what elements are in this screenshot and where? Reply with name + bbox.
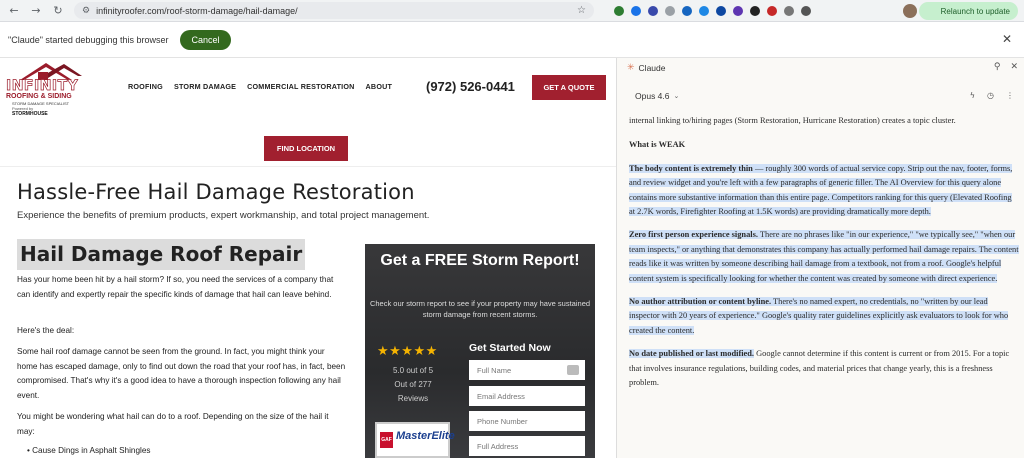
body-paragraph: Here's the deal: xyxy=(17,326,75,335)
chat-paragraph: No date published or last modified. Goog… xyxy=(629,347,1019,390)
weak-heading: What is WEAK xyxy=(629,140,686,150)
claude-panel-header: ✳ Claude ⚲ ✕ xyxy=(617,58,1024,78)
get-quote-button[interactable]: GET A QUOTE xyxy=(532,75,606,100)
field-placeholder: Email Address xyxy=(477,391,525,401)
phone-field[interactable]: Phone Number xyxy=(469,411,585,431)
nav-commercial-restoration[interactable]: COMMERCIAL RESTORATION xyxy=(247,82,354,91)
logo-brand: STORMHOUSE xyxy=(12,111,48,117)
rating-score: 5.0 out of 5 xyxy=(392,366,434,375)
chat-heading: What is WEAK xyxy=(629,138,1019,152)
storm-report-title: Get a FREE Storm Report! xyxy=(380,252,580,269)
autofill-icon[interactable] xyxy=(567,365,579,375)
extension-icon[interactable] xyxy=(716,5,726,16)
profile-avatar[interactable] xyxy=(902,4,917,18)
panel-title: Claude xyxy=(638,63,666,73)
address-field[interactable]: Full Address xyxy=(469,436,585,456)
field-placeholder: Phone Number xyxy=(477,416,528,426)
storm-report-description: Check our storm report to see if your pr… xyxy=(369,299,591,319)
claude-logo-icon: ✳ xyxy=(627,63,635,73)
relaunch-label: Relaunch to update xyxy=(940,6,1010,16)
extension-icon[interactable] xyxy=(631,5,641,16)
body-paragraph: Has your home been hit by a hail storm? … xyxy=(17,275,334,299)
chat-transcript: internal linking to/hiring pages (Storm … xyxy=(629,114,1019,400)
rating-count: Out of 277 xyxy=(394,380,432,389)
form-title: Get Started Now xyxy=(469,342,551,354)
chat-paragraph: Zero first person experience signals. Th… xyxy=(629,228,1019,286)
relaunch-button[interactable]: Relaunch to update xyxy=(902,2,1018,20)
point-title: Zero first person experience signals. xyxy=(629,230,758,240)
chat-paragraph: internal linking to/hiring pages (Storm … xyxy=(629,116,956,125)
model-selector[interactable]: Opus 4.6 ⌄ ϟ ◷ ⋮ xyxy=(617,80,1024,112)
close-panel-icon[interactable]: ✕ xyxy=(1010,62,1018,72)
cancel-debug-button[interactable]: Cancel xyxy=(180,29,231,50)
extension-icon[interactable] xyxy=(699,5,709,16)
logo-tagline: ROOFING & SIDING xyxy=(6,93,72,100)
extension-icon[interactable] xyxy=(682,5,692,16)
point-title: No author attribution or content byline. xyxy=(629,297,772,307)
extension-icon[interactable] xyxy=(648,5,658,16)
gaf-logo-icon: GAF xyxy=(380,432,393,448)
master-elite-text: MasterElite xyxy=(396,430,455,442)
extension-icon[interactable] xyxy=(665,5,675,16)
find-location-button[interactable]: FIND LOCATION xyxy=(264,136,348,161)
address-bar[interactable]: ⚙ infinityroofer.com/roof-storm-damage/h… xyxy=(74,2,594,19)
back-icon[interactable]: ← xyxy=(6,3,22,19)
extension-icon[interactable] xyxy=(750,5,760,16)
nav-storm-damage[interactable]: STORM DAMAGE xyxy=(174,82,236,91)
url-text: infinityroofer.com/roof-storm-damage/hai… xyxy=(96,5,298,16)
lightning-icon[interactable]: ϟ xyxy=(970,91,975,100)
logo-wordmark: INFINITY xyxy=(6,78,79,95)
sidebar-icon[interactable] xyxy=(801,5,811,16)
phone-number[interactable]: (972) 526-0441 xyxy=(426,79,515,94)
chat-paragraph: No author attribution or content byline.… xyxy=(629,295,1019,338)
rating-reviews: Reviews xyxy=(397,394,429,403)
body-paragraph: You might be wondering what hail can do … xyxy=(17,412,329,436)
history-icon[interactable]: ◷ xyxy=(987,91,994,100)
page-title: Hassle-Free Hail Damage Restoration xyxy=(17,180,415,204)
section-heading: Hail Damage Roof Repair xyxy=(17,239,306,270)
rating-text: 5.0 out of 5 Out of 277 Reviews xyxy=(377,364,449,406)
storm-report-widget: Get a FREE Storm Report! Check our storm… xyxy=(365,244,595,458)
master-elite-badge: GAF MasterElite xyxy=(375,422,455,458)
point-title: No date published or last modified. xyxy=(629,349,755,359)
more-options-icon[interactable]: ⋮ xyxy=(1006,91,1014,100)
website-viewport: INFINITY ROOFING & SIDING STORM DAMAGE S… xyxy=(0,58,616,458)
point-title: The body content is extremely thin xyxy=(629,163,753,173)
model-row-actions: ϟ ◷ ⋮ xyxy=(970,91,1014,100)
site-info-icon[interactable]: ⚙ xyxy=(82,6,90,16)
page-subtitle: Experience the benefits of premium produ… xyxy=(17,210,430,221)
site-logo[interactable]: INFINITY ROOFING & SIDING STORM DAMAGE S… xyxy=(6,60,94,118)
field-placeholder: Full Name xyxy=(477,365,512,375)
chat-paragraph: The body content is extremely thin — rou… xyxy=(629,162,1019,220)
chevron-down-icon: ⌄ xyxy=(673,92,680,100)
debugging-infobar: "Claude" started debugging this browser … xyxy=(0,22,1024,58)
rating-stars-icon: ★★★★★ xyxy=(377,344,438,359)
full-name-field[interactable]: Full Name xyxy=(469,360,585,380)
reload-icon[interactable]: ↻ xyxy=(50,3,66,19)
pin-icon[interactable]: ⚲ xyxy=(994,62,1001,72)
model-name: Opus 4.6 xyxy=(635,91,670,101)
extension-icons xyxy=(614,5,811,16)
claude-side-panel: ✳ Claude ⚲ ✕ Opus 4.6 ⌄ ϟ ◷ ⋮ internal l… xyxy=(617,58,1024,458)
extension-icon[interactable] xyxy=(767,5,777,16)
extension-icon[interactable] xyxy=(733,5,743,16)
divider xyxy=(0,166,616,167)
email-field[interactable]: Email Address xyxy=(469,386,585,406)
extensions-puzzle-icon[interactable] xyxy=(784,5,794,16)
bookmark-star-icon[interactable]: ☆ xyxy=(577,5,586,16)
browser-toolbar: ← → ↻ ⚙ infinityroofer.com/roof-storm-da… xyxy=(0,0,1024,22)
nav-roofing[interactable]: ROOFING xyxy=(128,82,163,91)
debug-message: "Claude" started debugging this browser xyxy=(8,34,169,45)
field-placeholder: Full Address xyxy=(477,441,519,451)
extension-icon[interactable] xyxy=(614,5,624,16)
close-icon[interactable]: ✕ xyxy=(1002,32,1012,46)
forward-icon[interactable]: → xyxy=(28,3,44,19)
site-header: INFINITY ROOFING & SIDING STORM DAMAGE S… xyxy=(0,58,616,122)
body-paragraph: Some hail roof damage cannot be seen fro… xyxy=(17,347,346,400)
panel-header-actions: ⚲ ✕ xyxy=(994,62,1018,72)
list-item: • Cause Dings in Asphalt Shingles xyxy=(27,446,151,455)
main-nav: ROOFING STORM DAMAGE COMMERCIAL RESTORAT… xyxy=(128,82,392,91)
nav-about[interactable]: ABOUT xyxy=(366,82,393,91)
